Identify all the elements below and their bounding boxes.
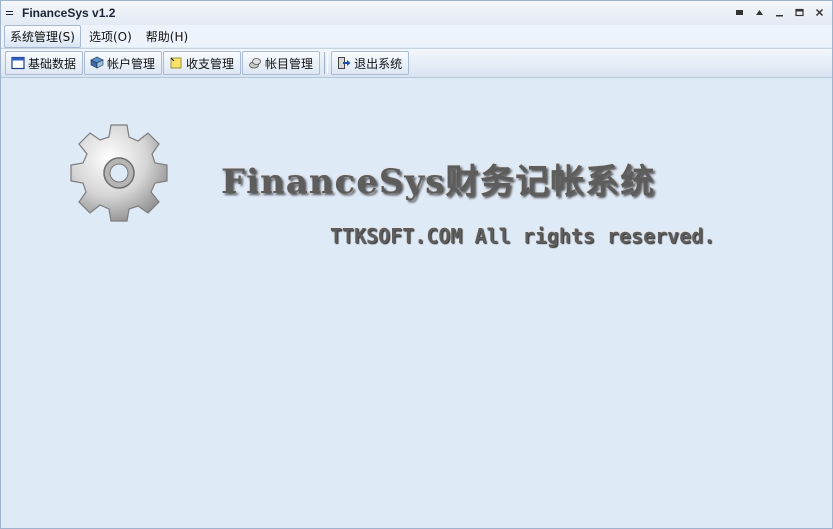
menu-system[interactable]: 系统管理(S) xyxy=(4,24,81,48)
account-management-button[interactable]: 帐户管理 xyxy=(84,51,163,75)
app-window: FinanceSys v1.2 系统管理(S) 选项(O) 帮助(H) 基础数据… xyxy=(0,0,833,529)
copyright-text: TTKSOFT.COM All rights reserved. xyxy=(330,224,716,248)
exit-icon xyxy=(338,57,351,69)
ledger-management-button[interactable]: 帐目管理 xyxy=(242,51,321,75)
minimize-icon[interactable] xyxy=(772,4,786,20)
exit-system-button[interactable]: 退出系统 xyxy=(331,51,410,75)
menu-bar: 系统管理(S) 选项(O) 帮助(H) xyxy=(1,24,832,48)
close-icon[interactable] xyxy=(812,4,826,20)
maximize-icon[interactable] xyxy=(792,4,806,20)
toolbar: 基础数据 帐户管理 收支管理 帐目管理 退出系统 xyxy=(1,48,832,78)
account-management-label: 帐户管理 xyxy=(107,56,156,71)
basic-data-button[interactable]: 基础数据 xyxy=(5,51,84,75)
exit-system-label: 退出系统 xyxy=(354,56,403,71)
toolbar-separator xyxy=(324,52,329,74)
basic-data-label: 基础数据 xyxy=(28,56,77,71)
note-icon xyxy=(170,57,182,69)
ledger-management-label: 帐目管理 xyxy=(265,56,314,71)
coins-icon xyxy=(249,58,261,69)
window-menu-icon[interactable] xyxy=(6,11,16,15)
pin-icon[interactable] xyxy=(732,4,746,20)
menu-help[interactable]: 帮助(H) xyxy=(140,25,194,48)
gear-icon xyxy=(70,124,168,222)
income-expense-label: 收支管理 xyxy=(186,56,235,71)
title-bar[interactable]: FinanceSys v1.2 xyxy=(1,1,832,26)
menu-options[interactable]: 选项(O) xyxy=(83,25,138,48)
app-headline: FinanceSys财务记帐系统 xyxy=(221,162,656,202)
window-controls xyxy=(732,4,826,20)
window-icon xyxy=(11,56,25,70)
book-icon xyxy=(90,56,104,69)
rollup-icon[interactable] xyxy=(752,4,766,20)
window-title: FinanceSys v1.2 xyxy=(22,6,116,20)
main-area: FinanceSys财务记帐系统 TTKSOFT.COM All rights … xyxy=(1,79,832,528)
income-expense-button[interactable]: 收支管理 xyxy=(163,51,242,75)
